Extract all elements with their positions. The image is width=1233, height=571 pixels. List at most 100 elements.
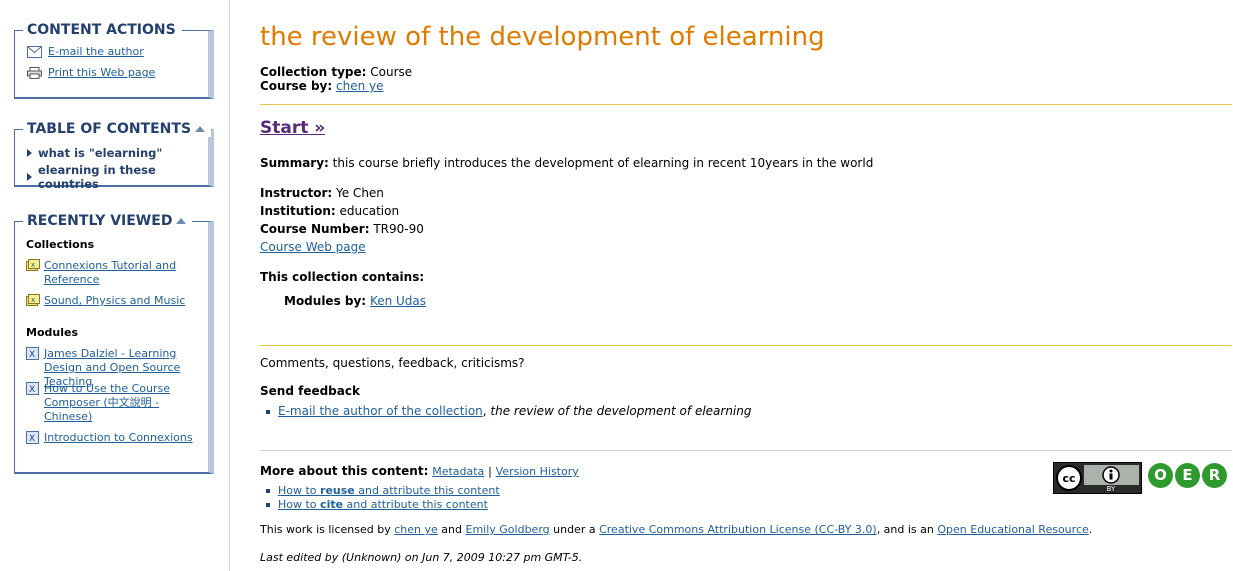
collections-heading: Collections bbox=[26, 238, 95, 251]
table-of-contents-box: TABLE OF CONTENTS what is "elearning" el… bbox=[14, 121, 214, 191]
cc-by-icon: cc BY bbox=[1054, 463, 1141, 493]
institution-label: Institution: bbox=[260, 204, 336, 218]
course-web-page-link[interactable]: Course Web page bbox=[260, 240, 366, 254]
metadata-link[interactable]: Metadata bbox=[432, 465, 484, 478]
summary-line: Summary: this course briefly introduces … bbox=[260, 156, 873, 170]
recent-module-item[interactable]: X Introduction to Connexions bbox=[26, 431, 204, 445]
email-author-link[interactable]: E-mail the author bbox=[48, 45, 144, 58]
collapse-icon[interactable] bbox=[195, 126, 206, 132]
course-number-label: Course Number: bbox=[260, 222, 370, 236]
institution-value: education bbox=[339, 204, 400, 218]
more-about-line: More about this content: Metadata | Vers… bbox=[260, 464, 579, 478]
license-author2-link[interactable]: Emily Goldberg bbox=[466, 523, 550, 536]
recent-module-item[interactable]: X How to Use the Course Composer (中文說明 -… bbox=[26, 382, 204, 424]
oer-link[interactable]: Open Educational Resource bbox=[937, 523, 1088, 536]
license-and: and bbox=[437, 523, 466, 536]
toc-item-label[interactable]: what is "elearning" bbox=[38, 146, 162, 160]
reuse-item: How to reuse and attribute this content bbox=[266, 484, 500, 497]
svg-text:x: x bbox=[31, 261, 35, 269]
summary-text: this course briefly introduces the devel… bbox=[332, 156, 874, 170]
collapse-icon[interactable] bbox=[176, 218, 187, 224]
triangle-right-icon bbox=[27, 173, 32, 181]
oer-letter-o: O bbox=[1148, 463, 1173, 488]
modules-by-link[interactable]: Ken Udas bbox=[370, 294, 426, 308]
instructor-label: Instructor: bbox=[260, 186, 333, 200]
toc-item[interactable]: what is "elearning" bbox=[27, 146, 162, 160]
version-history-link[interactable]: Version History bbox=[496, 465, 579, 478]
comments-prompt: Comments, questions, feedback, criticism… bbox=[260, 356, 525, 370]
modules-by-label: Modules by: bbox=[284, 294, 367, 308]
license-under: under a bbox=[549, 523, 600, 536]
cc-text: cc bbox=[1062, 472, 1075, 485]
svg-text:x: x bbox=[31, 296, 35, 304]
instructor-value: Ye Chen bbox=[336, 186, 384, 200]
cite-bold: cite bbox=[320, 498, 344, 511]
license-author1-link[interactable]: chen ye bbox=[394, 523, 438, 536]
recently-viewed-title-text: RECENTLY VIEWED bbox=[27, 213, 173, 229]
cite-post: and attribute this content bbox=[343, 498, 488, 511]
feedback-email-link[interactable]: E-mail the author of the collection bbox=[278, 404, 483, 418]
recent-module-link[interactable]: How to Use the Course Composer (中文說明 - C… bbox=[44, 382, 204, 424]
instructor-line: Instructor: Ye Chen bbox=[260, 186, 384, 200]
recently-viewed-box: RECENTLY VIEWED Collections x Connexions… bbox=[14, 213, 214, 474]
license-pre: This work is licensed by bbox=[260, 523, 395, 536]
print-page-link[interactable]: Print this Web page bbox=[48, 66, 155, 79]
feedback-title: the review of the development of elearni… bbox=[490, 404, 752, 418]
by-text: BY bbox=[1107, 485, 1116, 493]
reuse-link[interactable]: How to reuse and attribute this content bbox=[278, 484, 500, 497]
recent-collection-item[interactable]: x Sound, Physics and Music bbox=[26, 294, 204, 308]
recent-collection-link[interactable]: Connexions Tutorial and Reference bbox=[44, 259, 204, 287]
recently-viewed-title[interactable]: RECENTLY VIEWED bbox=[23, 213, 193, 229]
license-line: This work is licensed by chen ye and Emi… bbox=[260, 523, 1092, 536]
recent-collection-item[interactable]: x Connexions Tutorial and Reference bbox=[26, 259, 204, 287]
last-edited: Last edited by (Unknown) on Jun 7, 2009 … bbox=[260, 551, 583, 564]
toc-title[interactable]: TABLE OF CONTENTS bbox=[23, 121, 212, 137]
collection-contains-heading: This collection contains: bbox=[260, 270, 425, 284]
reuse-pre: How to bbox=[278, 484, 321, 497]
svg-text:X: X bbox=[29, 350, 35, 360]
svg-text:X: X bbox=[29, 434, 35, 444]
oer-letter-e: E bbox=[1175, 463, 1200, 488]
bullet-icon bbox=[266, 489, 270, 493]
reuse-post: and attribute this content bbox=[354, 484, 500, 497]
reuse-bold: reuse bbox=[320, 484, 355, 497]
print-page-action[interactable]: Print this Web page bbox=[27, 66, 155, 79]
recent-module-link[interactable]: Introduction to Connexions bbox=[44, 431, 204, 445]
envelope-icon bbox=[27, 45, 42, 58]
module-icon: X bbox=[26, 347, 39, 360]
divider bbox=[260, 104, 1232, 105]
collection-type-value: Course bbox=[370, 65, 413, 79]
cite-item: How to cite and attribute this content bbox=[266, 498, 488, 511]
course-by-line: Course by: chen ye bbox=[260, 79, 384, 93]
collection-icon: x bbox=[26, 294, 40, 306]
cite-link[interactable]: How to cite and attribute this content bbox=[278, 498, 488, 511]
collection-type-label: Collection type: bbox=[260, 65, 367, 79]
collection-icon: x bbox=[26, 259, 40, 271]
separator: | bbox=[488, 465, 492, 478]
recent-collection-link[interactable]: Sound, Physics and Music bbox=[44, 294, 204, 308]
toc-item-label[interactable]: elearning in these countries bbox=[38, 163, 208, 191]
feedback-item: E-mail the author of the collection, the… bbox=[266, 404, 752, 418]
divider bbox=[260, 345, 1232, 346]
bullet-icon bbox=[266, 409, 270, 414]
license-link[interactable]: Creative Commons Attribution License (CC… bbox=[599, 523, 877, 536]
toc-title-text: TABLE OF CONTENTS bbox=[27, 121, 192, 137]
svg-text:X: X bbox=[29, 385, 35, 395]
course-number-line: Course Number: TR90-90 bbox=[260, 222, 424, 236]
email-author-action[interactable]: E-mail the author bbox=[27, 45, 144, 58]
license-end: . bbox=[1088, 523, 1093, 536]
course-by-link[interactable]: chen ye bbox=[336, 79, 384, 93]
course-by-label: Course by: bbox=[260, 79, 333, 93]
toc-item[interactable]: elearning in these countries bbox=[27, 163, 208, 191]
start-link[interactable]: Start » bbox=[260, 118, 325, 138]
license-mid: , and is an bbox=[876, 523, 938, 536]
cc-by-badge[interactable]: cc BY bbox=[1053, 462, 1142, 494]
collection-type-line: Collection type: Course bbox=[260, 65, 412, 79]
bullet-icon bbox=[266, 503, 270, 507]
cite-pre: How to bbox=[278, 498, 321, 511]
course-number-value: TR90-90 bbox=[373, 222, 424, 236]
page-title: the review of the development of elearni… bbox=[260, 22, 825, 52]
module-icon: X bbox=[26, 382, 39, 395]
send-feedback-heading: Send feedback bbox=[260, 384, 360, 398]
triangle-right-icon bbox=[27, 149, 32, 157]
